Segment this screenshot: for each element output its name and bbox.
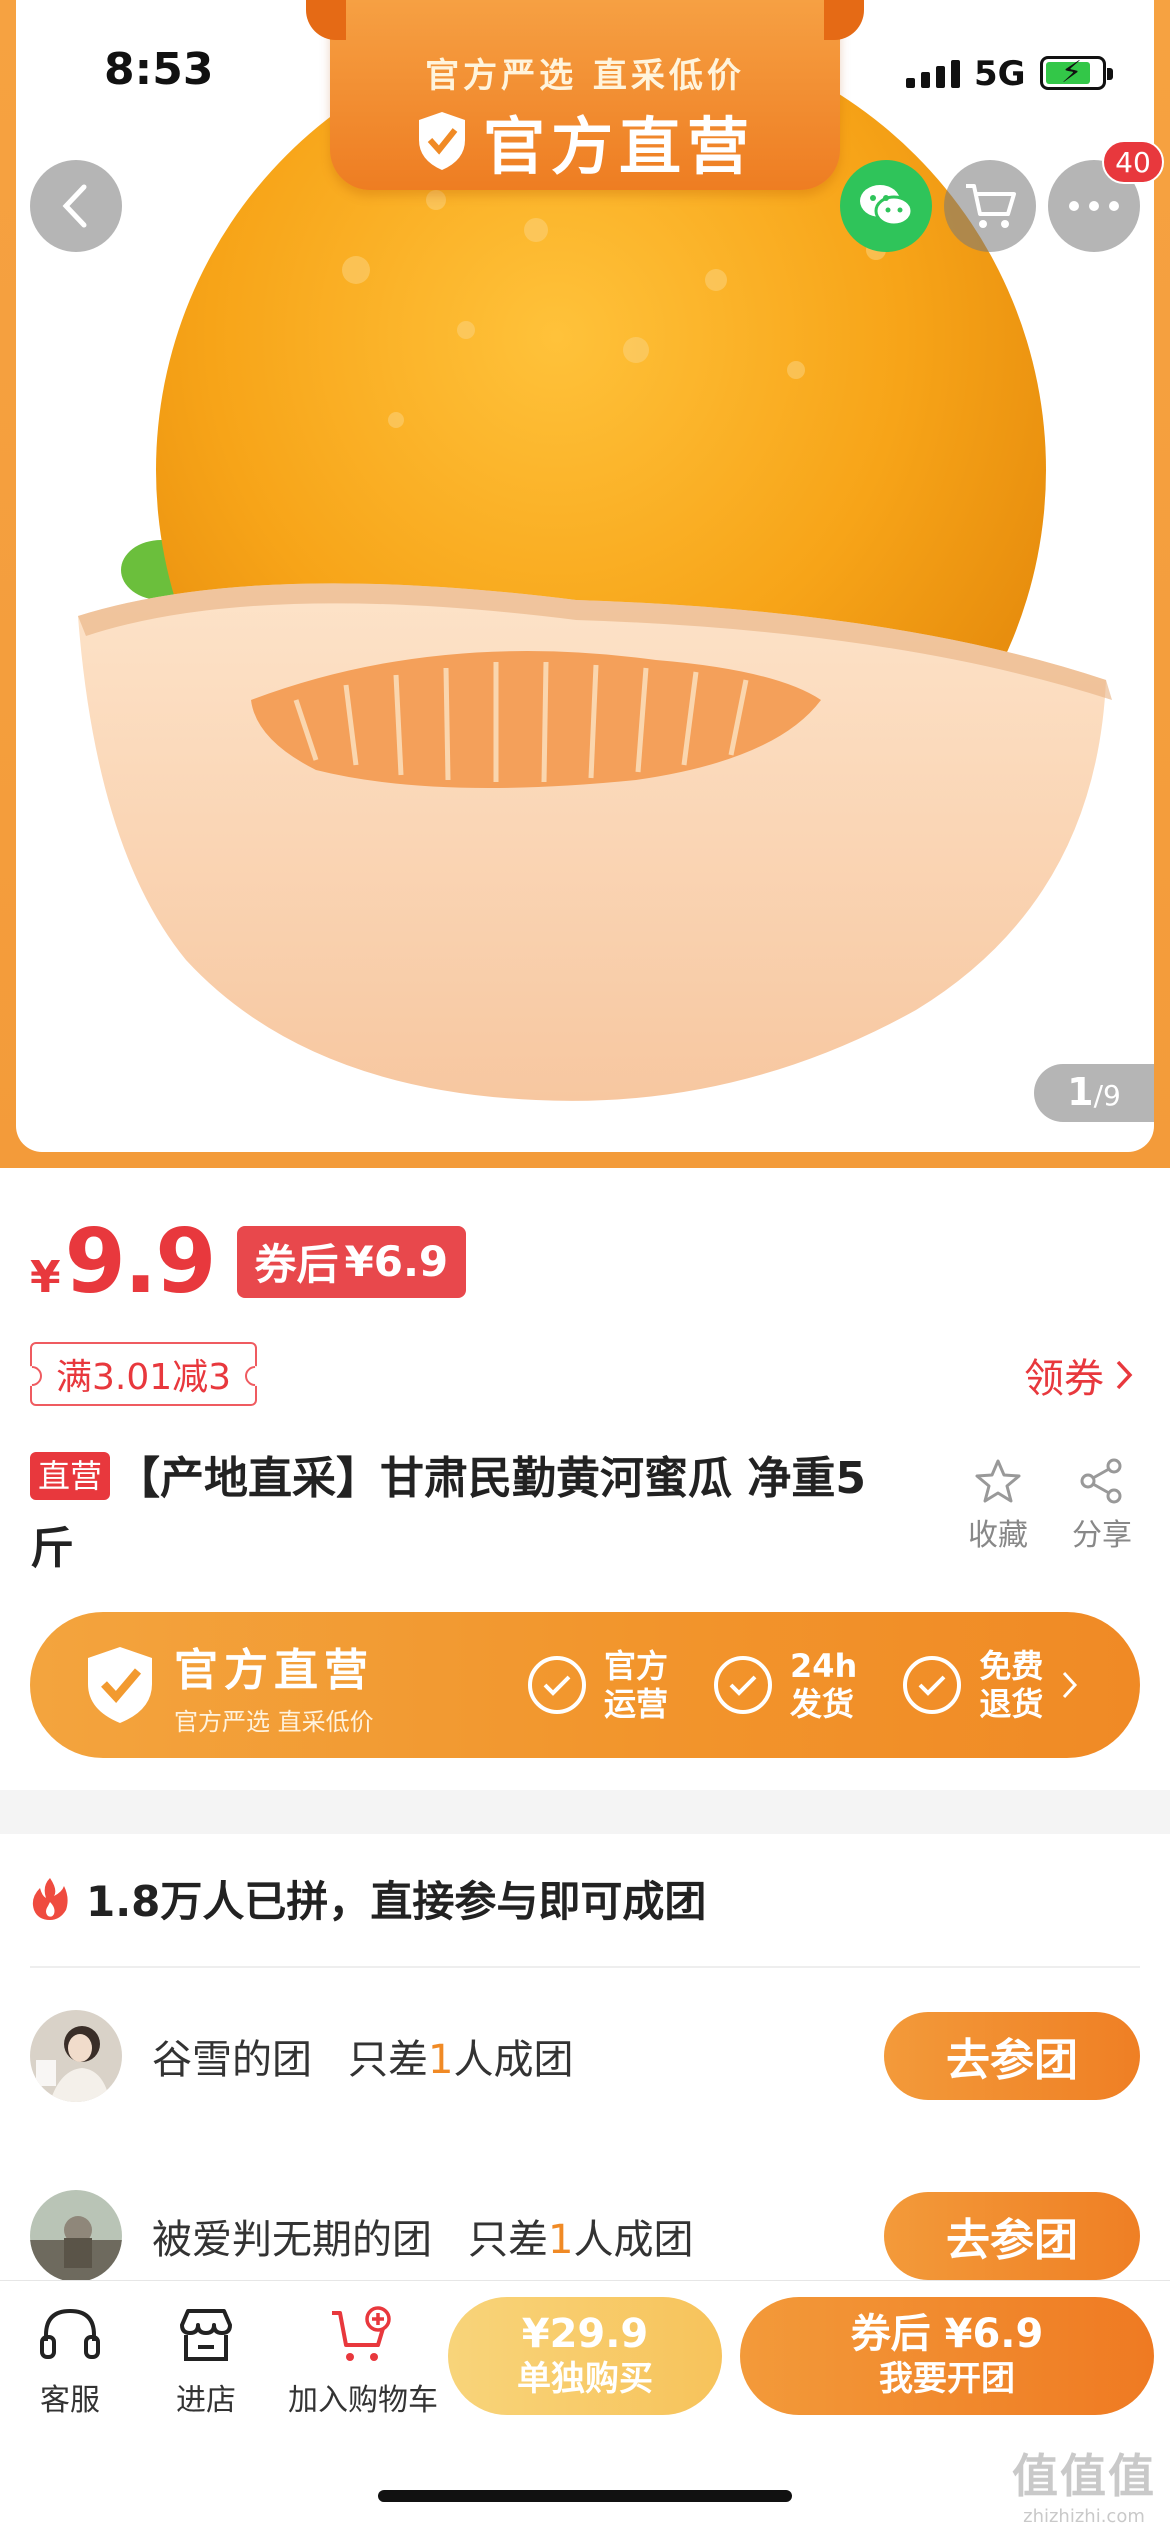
join-group-button[interactable]: 去参团 — [884, 2012, 1140, 2100]
signal-icon — [906, 58, 960, 88]
buy-single-button[interactable]: ¥29.9 单独购买 — [448, 2297, 722, 2415]
start-group-button[interactable]: 券后 ¥6.9 我要开团 — [740, 2297, 1154, 2415]
group-need-prefix: 只差 — [348, 2037, 428, 2083]
back-button[interactable] — [30, 160, 122, 252]
group-buy-headline: 1.8万人已拼，直接参与即可成团 — [86, 1877, 707, 1926]
section-divider — [0, 1790, 1170, 1834]
product-title: 【产地直采】甘肃民勤黄河蜜瓜 净重5斤 — [30, 1453, 866, 1574]
direct-sale-tag: 直营 — [30, 1452, 111, 1500]
add-to-cart-tab[interactable]: 加入购物车 — [278, 2305, 448, 2419]
store-tab[interactable]: 进店 — [156, 2305, 256, 2419]
battery-icon: ⚡ — [1040, 55, 1113, 90]
customer-service-label: 客服 — [40, 2383, 100, 2418]
favorite-button[interactable]: 收藏 — [948, 1458, 1048, 1554]
more-icon — [1069, 201, 1119, 211]
group-need-suffix: 人成团 — [453, 2037, 574, 2083]
coupon-price-value: ¥6.9 — [344, 1237, 449, 1286]
watermark-url: zhizhizhi.com — [1023, 2506, 1145, 2527]
guarantee-label-line1: 24h — [790, 1647, 858, 1685]
discount-tag: 满3.01减3 — [30, 1342, 258, 1406]
check-circle-icon — [528, 1656, 586, 1714]
guarantee-official-operation: 官方 运营 — [528, 1647, 668, 1723]
group-need: 只差1人成团 — [468, 2207, 693, 2265]
cart-button[interactable] — [944, 160, 1036, 252]
image-counter-current: 1 — [1067, 1070, 1094, 1114]
star-icon — [975, 1459, 1021, 1503]
group-price: 券后 ¥6.9 — [850, 2311, 1044, 2357]
headset-icon — [40, 2308, 100, 2359]
official-title: 官方直营 — [174, 1644, 374, 1696]
single-price: ¥29.9 — [521, 2311, 649, 2357]
group-need: 只差1人成团 — [348, 2027, 573, 2085]
group-leader-name: 谷雪的团 — [152, 2037, 312, 2083]
guarantee-label-line1: 官方 — [604, 1647, 669, 1685]
group-need-count: 1 — [548, 2217, 574, 2263]
group-row: 谷雪的团 只差1人成团 去参团 — [30, 2010, 1140, 2102]
watermark: 值值值 zhizhizhi.com — [1012, 2440, 1156, 2527]
guarantee-label-line2: 发货 — [790, 1685, 855, 1723]
favorite-label: 收藏 — [968, 1518, 1028, 1553]
price: ¥ 9.9 — [30, 1210, 217, 1313]
add-cart-icon — [332, 2306, 391, 2361]
group-leader-name: 被爱判无期的团 — [152, 2217, 432, 2263]
product-page: 8:53 5G ⚡ 官方严选 直采低价 官方直营 40 1 /9 ¥ 9.9 券… — [0, 0, 1170, 2532]
chevron-right-icon — [1116, 1360, 1133, 1390]
avatar — [30, 2010, 122, 2102]
avatar — [30, 2190, 122, 2282]
hero-section: 8:53 5G ⚡ 官方严选 直采低价 官方直营 40 1 /9 — [0, 0, 1170, 1168]
message-badge: 40 — [1102, 140, 1164, 184]
chevron-right-icon — [1063, 1671, 1078, 1699]
price-value: 9.9 — [64, 1210, 217, 1313]
flame-icon — [32, 1877, 68, 1920]
product-title-block: 直营 【产地直采】甘肃民勤黄河蜜瓜 净重5斤 — [30, 1444, 890, 1584]
network-type: 5G — [974, 54, 1026, 94]
group-need-count: 1 — [428, 2037, 454, 2083]
get-coupon-link[interactable]: 领券 — [1024, 1346, 1134, 1404]
add-to-cart-label: 加入购物车 — [288, 2383, 438, 2418]
back-icon — [62, 184, 87, 228]
group-need-prefix: 只差 — [468, 2217, 548, 2263]
share-button[interactable]: 分享 — [1052, 1458, 1152, 1554]
check-circle-icon — [903, 1656, 962, 1714]
price-row: ¥ 9.9 券后 ¥6.9 — [30, 1210, 467, 1313]
wechat-icon — [860, 185, 914, 227]
guarantee-label-line2: 运营 — [604, 1685, 669, 1723]
get-coupon-label: 领券 — [1024, 1356, 1104, 1402]
guarantee-label-line2: 退货 — [979, 1685, 1044, 1723]
group-label: 我要开团 — [879, 2359, 1015, 2399]
price-currency: ¥ — [30, 1252, 61, 1303]
cart-icon — [966, 184, 1016, 228]
image-counter-total: /9 — [1093, 1079, 1121, 1112]
join-group-button[interactable]: 去参团 — [884, 2192, 1140, 2280]
share-label: 分享 — [1072, 1518, 1132, 1553]
home-indicator — [378, 2490, 792, 2502]
share-icon — [1080, 1458, 1122, 1504]
official-brand: 官方直营 官方严选 直采低价 — [82, 1634, 482, 1737]
store-icon — [180, 2309, 232, 2361]
status-time: 8:53 — [104, 44, 214, 95]
shield-check-icon — [88, 1647, 152, 1723]
image-counter: 1 /9 — [1034, 1064, 1154, 1122]
wechat-share-button[interactable] — [840, 160, 932, 252]
watermark-logo: 值值值 — [1012, 2449, 1156, 2503]
customer-service-tab[interactable]: 客服 — [20, 2305, 120, 2419]
official-guarantee-bar[interactable]: 官方直营 官方严选 直采低价 官方 运营 24h 发货 免费 退货 — [30, 1612, 1140, 1758]
guarantee-label-line1: 免费 — [979, 1647, 1044, 1685]
guarantee-24h-shipping: 24h 发货 — [714, 1647, 857, 1723]
coupon-price-badge: 券后 ¥6.9 — [236, 1225, 467, 1298]
group-need-suffix: 人成团 — [573, 2217, 694, 2263]
group-buy-header: 1.8万人已拼，直接参与即可成团 — [30, 1868, 706, 1929]
store-label: 进店 — [176, 2383, 236, 2418]
official-subtitle: 官方严选 直采低价 — [174, 1707, 374, 1736]
guarantee-free-return: 免费 退货 — [903, 1647, 1043, 1723]
single-label: 单独购买 — [517, 2359, 653, 2399]
check-circle-icon — [714, 1656, 773, 1714]
coupon-price-label: 券后 — [254, 1240, 339, 1289]
group-row: 被爱判无期的团 只差1人成团 去参团 — [30, 2190, 1140, 2282]
divider — [30, 1966, 1140, 1968]
status-bar: 8:53 5G ⚡ — [0, 0, 1170, 140]
